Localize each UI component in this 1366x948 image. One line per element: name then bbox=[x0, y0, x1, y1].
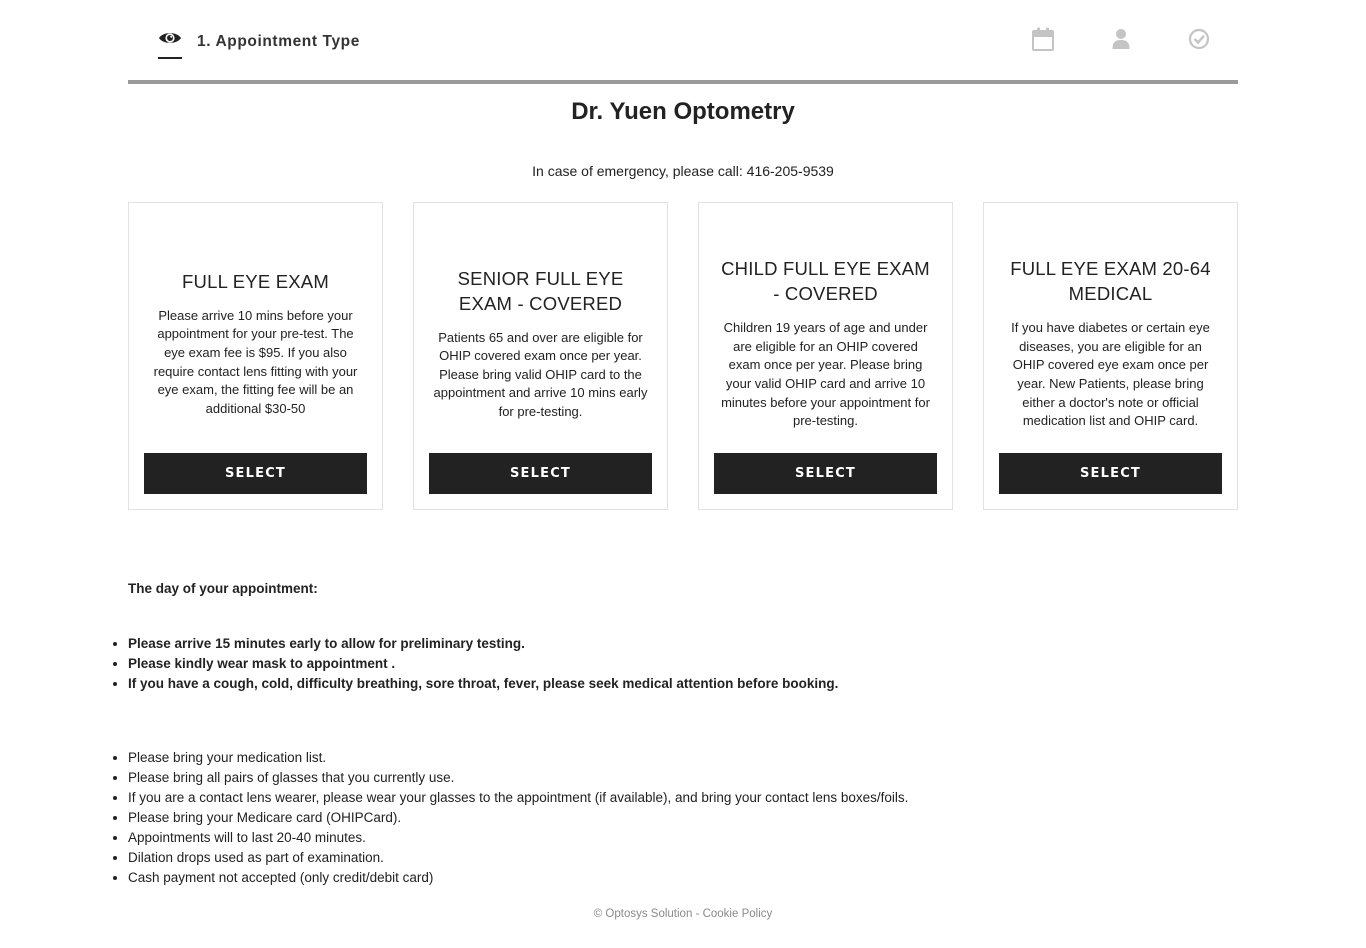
list-item: Please bring your medication list. bbox=[128, 748, 908, 768]
instructions-heading: The day of your appointment: bbox=[128, 581, 318, 596]
check-circle-icon bbox=[1187, 27, 1211, 51]
footer: © Optosys Solution - Cookie Policy bbox=[0, 908, 1366, 920]
select-button[interactable]: SELECT bbox=[999, 453, 1222, 494]
step-appointment-type: 1. Appointment Type bbox=[158, 28, 360, 59]
appointment-card-senior-full-eye-exam: SENIOR FULL EYE EXAM - COVERED Patients … bbox=[413, 202, 668, 510]
eye-icon bbox=[158, 28, 182, 59]
emergency-contact: In case of emergency, please call: 416-2… bbox=[532, 163, 834, 179]
user-icon bbox=[1109, 27, 1133, 51]
step-label: 1. Appointment Type bbox=[197, 32, 360, 50]
card-description: Children 19 years of age and under are e… bbox=[721, 320, 930, 429]
list-item: Cash payment not accepted (only credit/d… bbox=[128, 868, 908, 888]
appointment-card-child-full-eye-exam: CHILD FULL EYE EXAM - COVERED Children 1… bbox=[698, 202, 953, 510]
calendar-icon bbox=[1031, 27, 1055, 51]
cookie-policy-link[interactable]: Cookie Policy bbox=[703, 908, 773, 920]
list-item: If you are a contact lens wearer, please… bbox=[128, 788, 908, 808]
card-description: Please arrive 10 mins before your appoin… bbox=[153, 307, 358, 416]
card-title: FULL EYE EXAM bbox=[182, 270, 329, 292]
select-button[interactable]: SELECT bbox=[429, 453, 652, 494]
card-title: FULL EYE EXAM 20-64 MEDICAL bbox=[1010, 258, 1211, 305]
general-instructions-list: Please bring your medication list. Pleas… bbox=[128, 748, 908, 888]
card-title: CHILD FULL EYE EXAM - COVERED bbox=[721, 258, 930, 305]
select-button[interactable]: SELECT bbox=[144, 453, 367, 494]
list-item: If you have a cough, cold, difficulty br… bbox=[128, 674, 838, 694]
list-item: Dilation drops used as part of examinati… bbox=[128, 848, 908, 868]
copyright-text: © Optosys Solution bbox=[593, 908, 693, 920]
list-item: Please arrive 15 minutes early to allow … bbox=[128, 634, 838, 654]
appointment-card-full-eye-exam: FULL EYE EXAM Please arrive 10 mins befo… bbox=[128, 202, 383, 510]
footer-separator: - bbox=[692, 908, 703, 920]
step-progress-bar: 1. Appointment Type bbox=[128, 0, 1238, 84]
list-item: Appointments will to last 20-40 minutes. bbox=[128, 828, 908, 848]
clinic-name: Dr. Yuen Optometry bbox=[571, 98, 795, 125]
important-instructions-list: Please arrive 15 minutes early to allow … bbox=[128, 634, 838, 694]
list-item: Please bring your Medicare card (OHIPCar… bbox=[128, 808, 908, 828]
list-item: Please kindly wear mask to appointment . bbox=[128, 654, 838, 674]
card-title: SENIOR FULL EYE EXAM - COVERED bbox=[457, 267, 624, 314]
card-description: If you have diabetes or certain eye dise… bbox=[1011, 320, 1210, 429]
select-button[interactable]: SELECT bbox=[714, 453, 937, 494]
list-item: Please bring all pairs of glasses that y… bbox=[128, 768, 908, 788]
card-description: Patients 65 and over are eligible for OH… bbox=[433, 329, 648, 419]
appointment-card-full-eye-exam-medical: FULL EYE EXAM 20-64 MEDICAL If you have … bbox=[983, 202, 1238, 510]
